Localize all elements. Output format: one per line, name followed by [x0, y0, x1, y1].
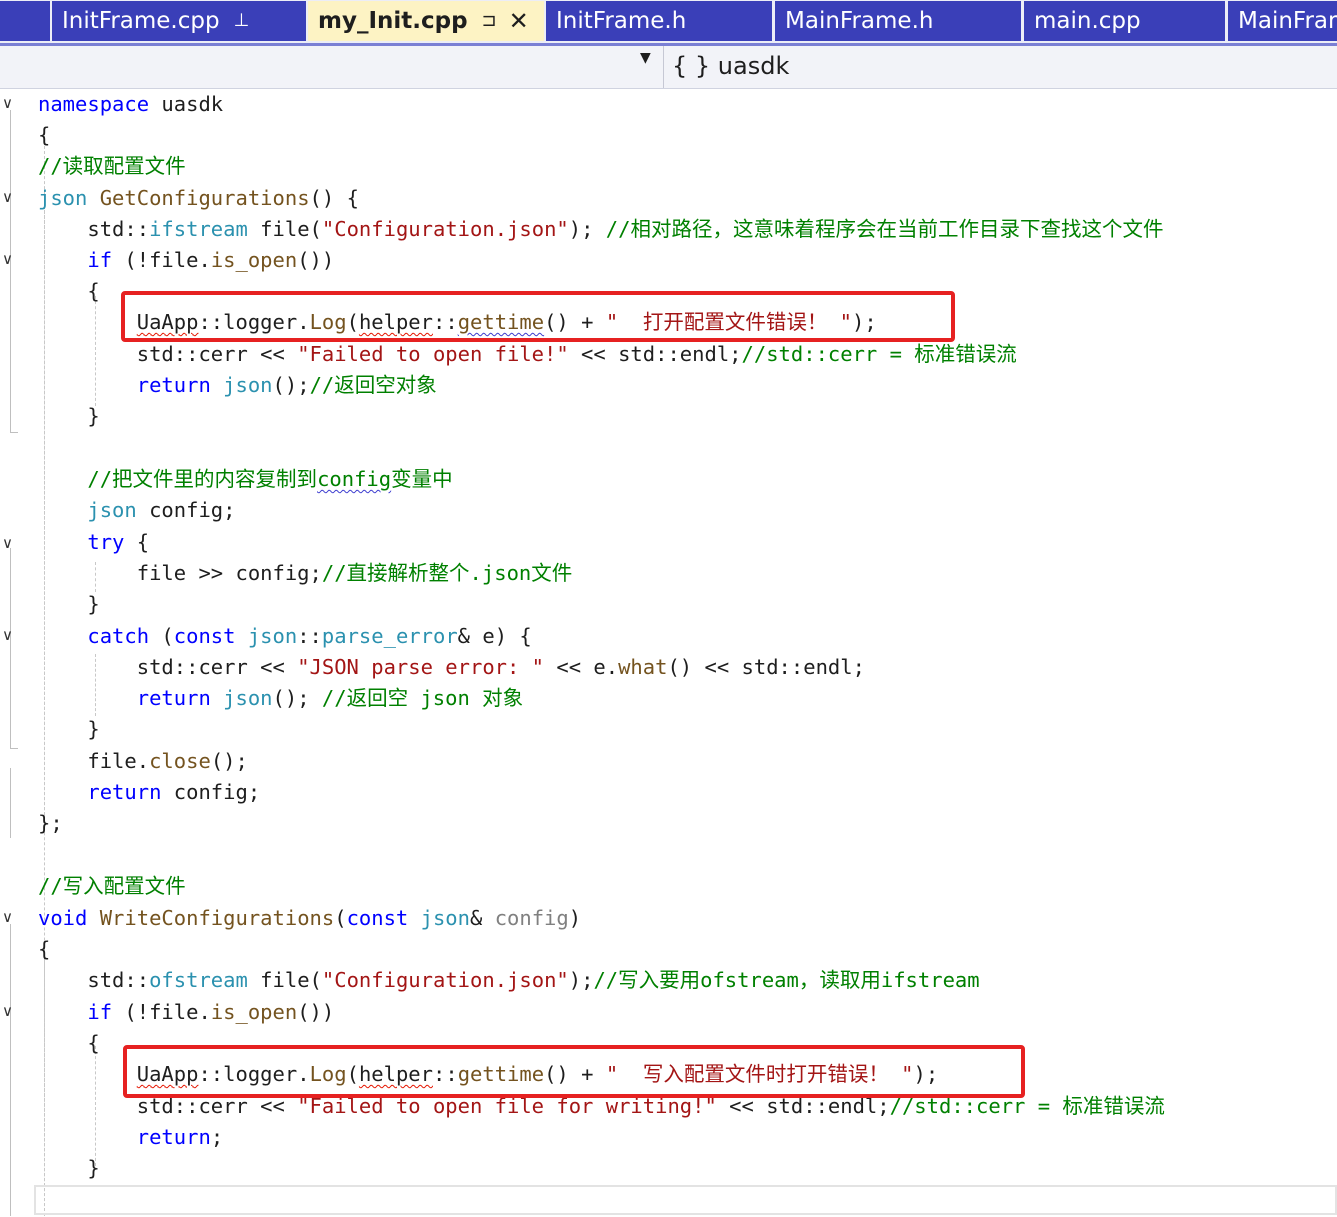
code-line: //写入配置文件: [38, 874, 186, 898]
tab-main-cpp[interactable]: main.cpp: [1024, 1, 1225, 41]
tab-mainframe-h[interactable]: MainFrame.h: [775, 1, 1021, 41]
code-line: std::cerr << "Failed to open file!" << s…: [38, 342, 1017, 366]
code-line: {: [38, 279, 100, 303]
code-line: catch (const json::parse_error& e) {: [87, 624, 532, 648]
code-line: file >> config;//直接解析整个.json文件: [38, 561, 573, 585]
highlight-box: [123, 1045, 1025, 1098]
code-line: namespace uasdk: [38, 92, 224, 116]
highlight-box: [121, 291, 955, 342]
collapse-icon[interactable]: ∨: [2, 626, 18, 644]
current-line-highlight: [34, 1185, 1337, 1215]
tab-initframe-cpp[interactable]: InitFrame.cpp ⊥: [52, 1, 306, 41]
outline-bar: [10, 110, 11, 432]
close-icon[interactable]: ✕: [509, 1, 529, 41]
tab-label: my_Init.cpp: [318, 8, 468, 34]
collapse-icon[interactable]: ∨: [2, 250, 18, 268]
tab-my-init-cpp[interactable]: my_Init.cpp ⊐ ✕: [308, 1, 544, 41]
pin-icon[interactable]: ⊐: [482, 1, 497, 41]
code-line: if (!file.is_open()): [87, 1000, 335, 1024]
code-line: std::ifstream file("Configuration.json")…: [38, 217, 1164, 241]
code-line: {: [38, 937, 51, 961]
collapse-icon[interactable]: ∨: [2, 188, 18, 206]
code-line: return;: [136, 1125, 224, 1149]
code-line: file.close();: [38, 749, 248, 773]
code-line: json GetConfigurations() {: [38, 186, 359, 210]
outline-tick: [10, 748, 18, 749]
project-dropdown[interactable]: [0, 49, 660, 83]
outline-tick: [10, 432, 18, 433]
code-line: {: [38, 123, 51, 147]
code-line: return json(); //返回空 json 对象: [136, 686, 524, 710]
code-line: if (!file.is_open()): [87, 248, 335, 272]
collapse-icon[interactable]: ∨: [2, 94, 18, 112]
code-line: return json();//返回空对象: [136, 373, 437, 397]
document-tab-bar: InitFrame.cpp ⊥ my_Init.cpp ⊐ ✕ InitFrame.h…: [0, 0, 1337, 46]
code-line: try {: [87, 530, 150, 554]
collapse-icon[interactable]: ∨: [2, 534, 18, 552]
tab-label: main.cpp: [1034, 8, 1141, 34]
tab-mainframe-h-2[interactable]: MainFrame.h: [1228, 1, 1337, 41]
tab-label: MainFrame.h: [785, 8, 934, 34]
code-line: //读取配置文件: [38, 154, 186, 178]
code-line: {: [38, 1031, 100, 1055]
code-line: json config;: [87, 498, 236, 522]
code-editor[interactable]: ∨ ∨ ∨ ∨ ∨ ∨ ∨ namespace uasdk { //读取配置文件…: [0, 88, 1337, 1217]
scope-dropdown[interactable]: { } uasdk: [672, 48, 789, 84]
navigation-bar: ▼ { } uasdk: [0, 46, 1337, 89]
chevron-down-icon[interactable]: ▼: [640, 50, 651, 66]
code-line: }: [38, 592, 100, 616]
code-line: }: [38, 404, 100, 428]
tab-label: InitFrame.h: [556, 8, 687, 34]
code-line: };: [38, 811, 63, 835]
code-line: std::ofstream file("Configuration.json")…: [38, 968, 980, 992]
tab-initframe-h[interactable]: InitFrame.h: [546, 1, 772, 41]
tab-overflow[interactable]: [0, 1, 50, 41]
code-line: std::cerr << "JSON parse error: " << e.w…: [38, 655, 865, 679]
divider: [663, 46, 664, 88]
outline-bar: [10, 548, 11, 748]
code-line: //把文件里的内容复制到config变量中: [87, 467, 453, 491]
tab-label: InitFrame.cpp: [62, 8, 220, 34]
collapse-icon[interactable]: ∨: [2, 908, 18, 926]
code-line: }: [38, 1156, 100, 1180]
code-line: }: [38, 717, 100, 741]
code-line: void WriteConfigurations(const json& con…: [38, 906, 582, 930]
collapse-icon[interactable]: ∨: [2, 1002, 18, 1020]
tab-label: MainFrame.h: [1238, 8, 1337, 34]
code-line: return config;: [87, 780, 261, 804]
outline-bar: [10, 1016, 11, 1216]
pin-icon[interactable]: ⊥: [234, 1, 250, 41]
outline-bar: [10, 768, 11, 838]
